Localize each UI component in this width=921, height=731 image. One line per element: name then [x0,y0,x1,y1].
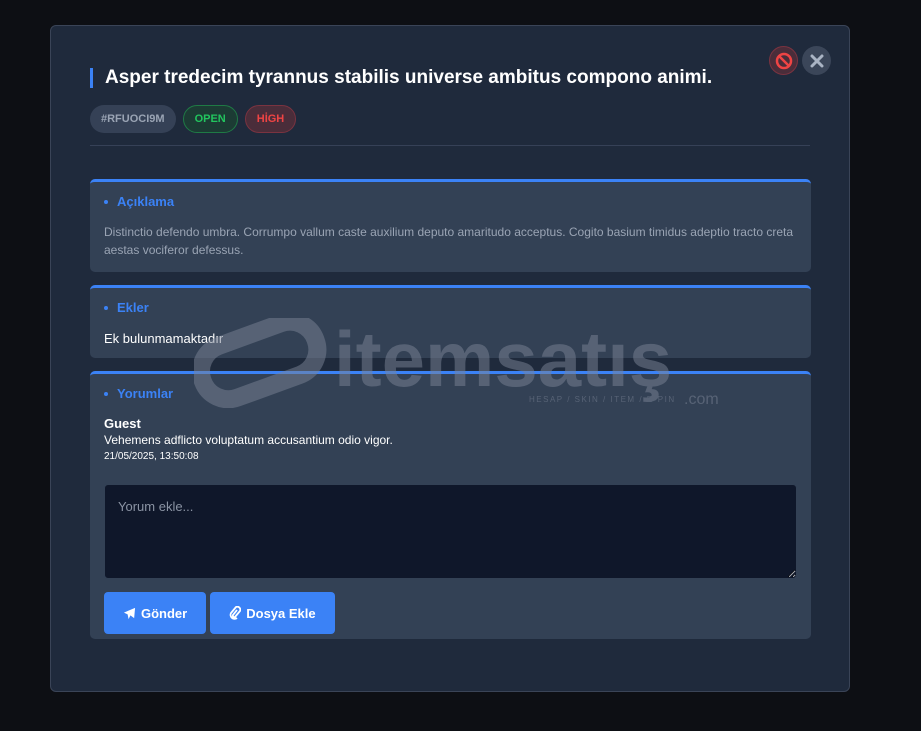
send-label: Gönder [141,605,188,621]
attach-file-button[interactable]: Dosya Ekle [210,592,335,634]
ticket-id-badge: #RFUOCI9M [90,105,176,133]
paperclip-icon [229,606,242,620]
close-icon [810,54,823,67]
section-heading: Yorumlar [104,386,797,401]
status-badge: OPEN [182,105,238,133]
comment-time: 21/05/2025, 13:50:08 [104,451,199,462]
comment-author: Guest [104,416,141,431]
attachments-section: Ekler Ek bulunmamaktadır [90,285,811,358]
section-heading: Açıklama [104,194,797,209]
no-attachments-text: Ek bulunmamaktadır [104,331,224,346]
description-section: Açıklama Distinctio defendo umbra. Corru… [90,179,811,272]
block-button[interactable] [769,46,798,75]
attach-label: Dosya Ekle [246,605,316,621]
divider [90,145,810,146]
comments-section: Yorumlar Guest Vehemens adflicto volupta… [90,371,811,639]
comment: Guest Vehemens adflicto voluptatum accus… [104,416,797,462]
ticket-modal: Asper tredecim tyrannus stabilis univers… [50,25,850,692]
section-heading: Ekler [104,300,797,315]
comment-text: Vehemens adflicto voluptatum accusantium… [104,433,393,447]
ticket-title: Asper tredecim tyrannus stabilis univers… [90,68,712,88]
priority-badge: HİGH [244,105,297,133]
description-text: Distinctio defendo umbra. Corrumpo vallu… [104,225,794,257]
comment-input[interactable] [104,484,797,579]
send-button[interactable]: Gönder [104,592,207,634]
close-button[interactable] [802,46,831,75]
ban-icon [775,52,792,69]
paper-plane-icon [123,607,136,619]
